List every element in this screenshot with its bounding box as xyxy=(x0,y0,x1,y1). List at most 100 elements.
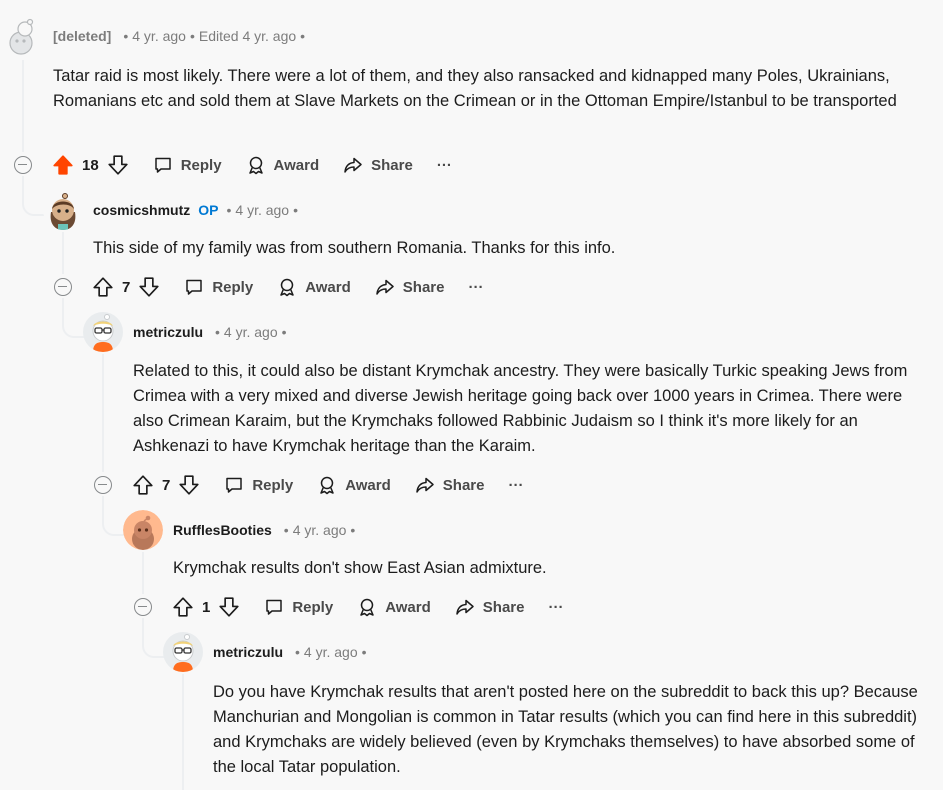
vote-control: 1 xyxy=(172,596,240,618)
separator-dot: • xyxy=(300,28,306,44)
more-options-button[interactable]: ··· xyxy=(548,599,563,616)
comment-meta: [deleted] • 4 yr. ago • Edited 4 yr. ago… xyxy=(53,28,309,44)
upvote-icon[interactable] xyxy=(52,154,74,176)
comment-icon xyxy=(153,155,173,175)
username: [deleted] xyxy=(53,28,112,44)
upvote-icon[interactable] xyxy=(172,596,194,618)
more-options-button[interactable]: ··· xyxy=(508,477,523,494)
more-options-button[interactable]: ··· xyxy=(468,279,483,296)
timestamp[interactable]: 4 yr. ago xyxy=(304,644,358,660)
collapse-icon[interactable] xyxy=(134,598,152,616)
timestamp[interactable]: 4 yr. ago xyxy=(132,28,186,44)
vote-control: 7 xyxy=(92,276,160,298)
thread-line[interactable] xyxy=(22,60,24,152)
comment-actions: 7 Reply Award Share ··· xyxy=(132,472,523,498)
share-button[interactable]: Share xyxy=(415,475,485,495)
collapse-icon[interactable] xyxy=(54,278,72,296)
snoo-avatar-icon[interactable] xyxy=(43,190,83,230)
separator-dot: • xyxy=(226,202,232,218)
comment-actions: 18 Reply Award Share ··· xyxy=(52,152,452,178)
timestamp[interactable]: 4 yr. ago xyxy=(224,324,278,340)
thread-line[interactable] xyxy=(62,232,64,274)
award-label: Award xyxy=(273,156,320,174)
separator-dot: • xyxy=(361,644,367,660)
separator-dot: • xyxy=(281,324,287,340)
vote-count: 7 xyxy=(122,278,131,296)
comment-icon xyxy=(264,597,284,617)
comment-body: Do you have Krymchak results that aren't… xyxy=(213,683,918,776)
award-label: Award xyxy=(345,476,391,494)
username[interactable]: cosmicshmutz xyxy=(93,202,190,218)
snoo-avatar-icon[interactable] xyxy=(83,312,123,352)
comment-meta: metriczulu • 4 yr. ago • xyxy=(213,644,371,660)
separator-dot: • xyxy=(189,28,195,44)
more-icon: ··· xyxy=(548,598,564,616)
reply-label: Reply xyxy=(292,598,334,616)
award-button[interactable]: Award xyxy=(277,277,351,297)
downvote-icon[interactable] xyxy=(138,276,160,298)
award-icon xyxy=(246,155,266,175)
comment-body: Tatar raid is most likely. There were a … xyxy=(53,67,897,110)
share-label: Share xyxy=(371,156,413,174)
comment-body: Related to this, it could also be distan… xyxy=(133,362,908,455)
separator-dot: • xyxy=(350,522,356,538)
comment-actions: 1 Reply Award Share ··· xyxy=(172,594,563,620)
vote-control: 18 xyxy=(52,154,129,176)
separator-dot: • xyxy=(293,202,298,218)
separator-dot: • xyxy=(283,522,289,538)
share-label: Share xyxy=(402,278,445,296)
snoo-avatar-icon[interactable] xyxy=(163,632,203,672)
upvote-icon[interactable] xyxy=(132,474,154,496)
award-button[interactable]: Award xyxy=(317,475,391,495)
username[interactable]: metriczulu xyxy=(133,324,203,340)
username[interactable]: RufflesBooties xyxy=(173,522,272,538)
share-button[interactable]: Share xyxy=(343,155,413,175)
downvote-icon[interactable] xyxy=(178,474,200,496)
reply-button[interactable]: Reply xyxy=(153,155,222,175)
thread-line[interactable] xyxy=(102,354,104,472)
comment-meta: metriczulu • 4 yr. ago • xyxy=(133,324,291,340)
reply-label: Reply xyxy=(212,278,254,296)
share-label: Share xyxy=(482,598,525,616)
snoo-avatar-icon[interactable] xyxy=(123,510,163,550)
reply-button[interactable]: Reply xyxy=(184,277,253,297)
share-button[interactable]: Share xyxy=(455,597,525,617)
vote-control: 7 xyxy=(132,474,200,496)
award-label: Award xyxy=(305,278,351,296)
more-icon: ··· xyxy=(436,156,452,174)
more-options-button[interactable]: ··· xyxy=(437,157,452,174)
reply-button[interactable]: Reply xyxy=(264,597,333,617)
comment-meta: RufflesBooties • 4 yr. ago • xyxy=(173,522,359,538)
username[interactable]: metriczulu xyxy=(213,644,283,660)
share-icon xyxy=(455,597,475,617)
vote-count: 7 xyxy=(162,476,171,494)
comment-actions: 7 Reply Award Share ··· xyxy=(92,274,483,300)
award-icon xyxy=(277,277,297,297)
award-button[interactable]: Award xyxy=(246,155,320,175)
upvote-icon[interactable] xyxy=(92,276,114,298)
snoo-avatar-icon[interactable] xyxy=(3,17,43,57)
share-label: Share xyxy=(442,476,485,494)
edited-label: Edited 4 yr. ago xyxy=(198,28,297,44)
more-icon: ··· xyxy=(468,278,484,296)
separator-dot: • xyxy=(295,644,300,660)
share-button[interactable]: Share xyxy=(375,277,445,297)
share-icon xyxy=(343,155,363,175)
vote-count: 1 xyxy=(202,598,211,616)
award-icon xyxy=(357,597,377,617)
award-label: Award xyxy=(385,598,431,616)
timestamp[interactable]: 4 yr. ago xyxy=(235,202,289,218)
timestamp[interactable]: 4 yr. ago xyxy=(293,522,347,538)
more-icon: ··· xyxy=(508,476,524,494)
award-button[interactable]: Award xyxy=(357,597,431,617)
downvote-icon[interactable] xyxy=(218,596,240,618)
collapse-icon[interactable] xyxy=(14,156,32,174)
comment-body: This side of my family was from southern… xyxy=(93,239,616,257)
reply-button[interactable]: Reply xyxy=(224,475,293,495)
award-icon xyxy=(317,475,337,495)
thread-line[interactable] xyxy=(182,674,184,790)
downvote-icon[interactable] xyxy=(107,154,129,176)
share-icon xyxy=(415,475,435,495)
thread-line[interactable] xyxy=(142,552,144,594)
collapse-icon[interactable] xyxy=(94,476,112,494)
